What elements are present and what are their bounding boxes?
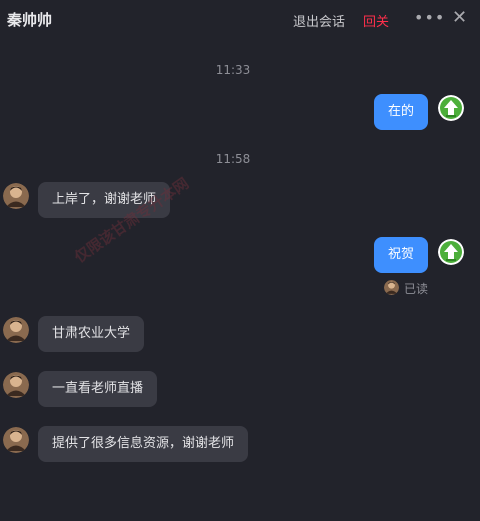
message-bubble-contact[interactable]: 甘肃农业大学 <box>38 316 145 352</box>
contact-avatar-icon[interactable] <box>3 372 29 398</box>
message-bubble-self[interactable]: 在的 <box>373 94 428 130</box>
follow-back-button[interactable]: 回关 <box>363 11 389 30</box>
close-icon[interactable]: ✕ <box>452 7 467 28</box>
message-bubble-contact[interactable]: 提供了很多信息资源，谢谢老师 <box>38 426 249 462</box>
timestamp: 11:58 <box>215 152 251 166</box>
contact-name: 秦帅帅 <box>7 11 53 29</box>
self-avatar-icon[interactable] <box>438 239 464 265</box>
timestamp: 11:33 <box>215 63 251 77</box>
reader-avatar-icon <box>384 280 399 295</box>
message-bubble-contact[interactable]: 上岸了，谢谢老师 <box>38 182 171 218</box>
self-avatar-icon[interactable] <box>438 95 464 121</box>
contact-avatar-icon[interactable] <box>3 183 29 209</box>
chat-header: 秦帅帅 退出会话 回关 ••• ✕ <box>0 0 480 38</box>
message-bubble-self[interactable]: 祝贺 <box>373 237 428 273</box>
contact-avatar-icon[interactable] <box>3 427 29 453</box>
contact-avatar-icon[interactable] <box>3 317 29 343</box>
more-dots-icon[interactable]: ••• <box>414 8 445 27</box>
exit-conversation-button[interactable]: 退出会话 <box>293 11 345 30</box>
read-status-label: 已读 <box>404 282 429 296</box>
message-bubble-contact[interactable]: 一直看老师直播 <box>38 371 158 407</box>
